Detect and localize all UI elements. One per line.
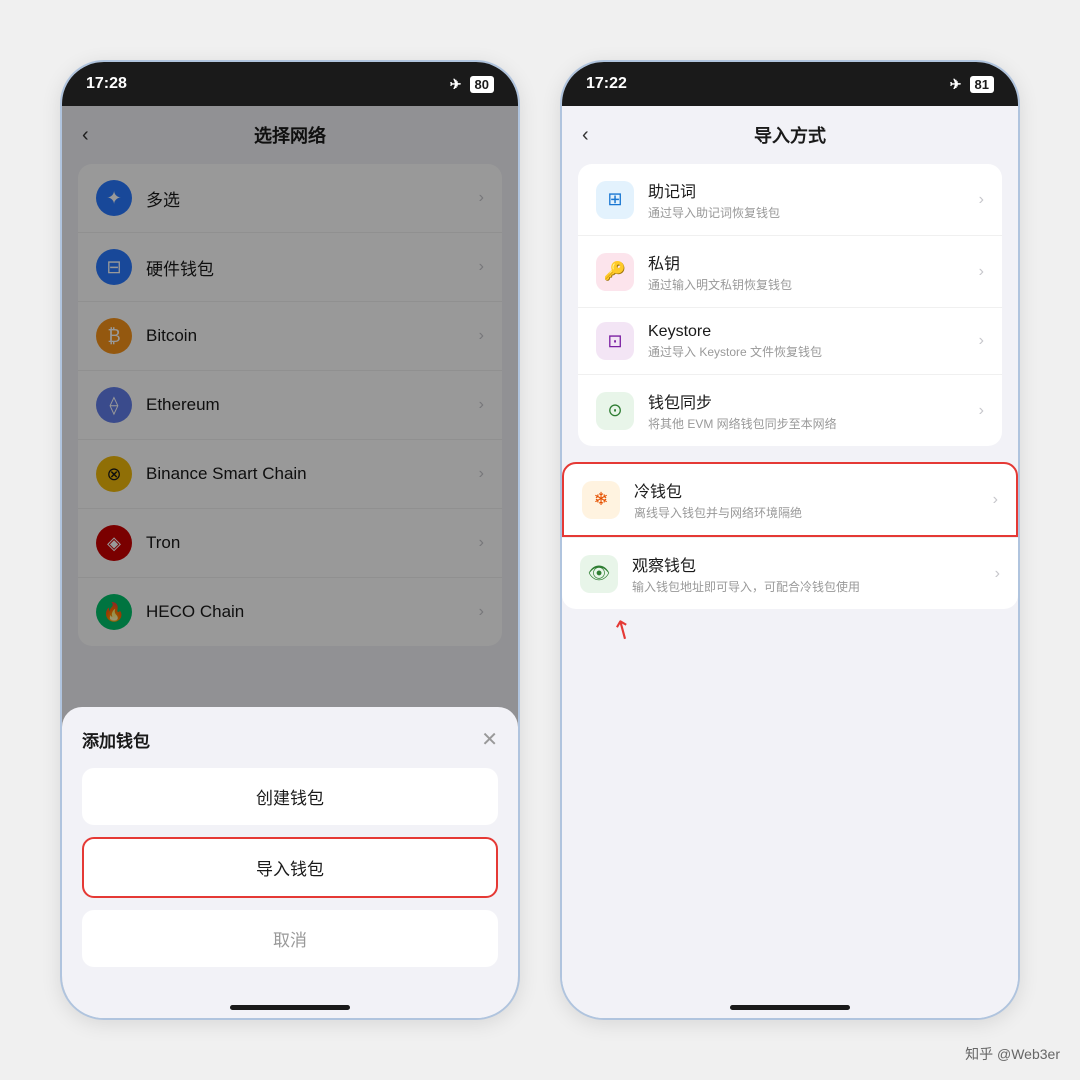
import-item-sync[interactable]: ⊙ 钱包同步 将其他 EVM 网络钱包同步至本网络 › [578, 375, 1002, 446]
modal-close-button[interactable]: ✕ [481, 727, 498, 752]
cold-wallet-chevron: › [993, 491, 998, 509]
phone2: 17:22 ✈ 81 ‹ 导入方式 ⊞ 助记词 通过导入助记词恢复钱包 › 🔑 … [560, 60, 1020, 1020]
import-desc-sync: 将其他 EVM 网络钱包同步至本网络 [648, 415, 979, 432]
phone1: 17:28 ✈ 80 ‹ 选择网络 ✦ 多选 › ⊟ 硬件钱包 › ₿ Bitc… [60, 60, 520, 1020]
import-icon-keystore: ⊡ [596, 322, 634, 360]
import-name-private-key: 私钥 [648, 250, 979, 274]
status-icons-1: ✈ 80 [450, 76, 494, 93]
import-wallet-button[interactable]: 导入钱包 [82, 837, 498, 898]
watermark: 知乎 @Web3er [965, 1044, 1060, 1064]
observe-wallet-desc: 输入钱包地址即可导入，可配合冷钱包使用 [632, 578, 995, 595]
time-2: 17:22 [586, 75, 627, 93]
cold-wallet-icon: ❄ [582, 481, 620, 519]
modal-header: 添加钱包 ✕ [82, 727, 498, 752]
import-desc-private-key: 通过输入明文私钥恢复钱包 [648, 276, 979, 293]
observe-wallet-chevron: › [995, 565, 1000, 583]
nav-header-2: ‹ 导入方式 [562, 106, 1018, 164]
status-bar-2: 17:22 ✈ 81 [562, 62, 1018, 106]
phone1-content: ‹ 选择网络 ✦ 多选 › ⊟ 硬件钱包 › ₿ Bitcoin › ⟠ Eth… [62, 106, 518, 997]
import-methods-list: ⊞ 助记词 通过导入助记词恢复钱包 › 🔑 私钥 通过输入明文私钥恢复钱包 › … [578, 164, 1002, 446]
import-text-keystore: Keystore 通过导入 Keystore 文件恢复钱包 [648, 323, 979, 360]
cancel-button[interactable]: 取消 [82, 910, 498, 967]
import-name-keystore: Keystore [648, 323, 979, 341]
home-indicator-2 [562, 997, 1018, 1018]
cold-wallet-desc: 离线导入钱包并与网络环境隔绝 [634, 504, 993, 521]
airplane-icon-2: ✈ [950, 76, 962, 93]
home-bar-1 [230, 1005, 350, 1010]
import-icon-mnemonic: ⊞ [596, 181, 634, 219]
cold-wallet-item[interactable]: ❄ 冷钱包 离线导入钱包并与网络环境隔绝 › [562, 462, 1018, 537]
import-icon-sync: ⊙ [596, 392, 634, 430]
import-name-mnemonic: 助记词 [648, 178, 979, 202]
modal-title: 添加钱包 [82, 727, 150, 752]
import-item-keystore[interactable]: ⊡ Keystore 通过导入 Keystore 文件恢复钱包 › [578, 308, 1002, 375]
home-bar-2 [730, 1005, 850, 1010]
cold-wallet-name: 冷钱包 [634, 478, 993, 502]
import-desc-mnemonic: 通过导入助记词恢复钱包 [648, 204, 979, 221]
import-text-sync: 钱包同步 将其他 EVM 网络钱包同步至本网络 [648, 389, 979, 432]
special-methods-wrapper: ❄ 冷钱包 离线导入钱包并与网络环境隔绝 › ↗ 👁 观察钱包 输入钱包地址即可… [562, 462, 1018, 609]
battery-2: 81 [970, 76, 994, 93]
import-text-private-key: 私钥 通过输入明文私钥恢复钱包 [648, 250, 979, 293]
back-button-2[interactable]: ‹ [582, 124, 589, 147]
status-icons-2: ✈ 81 [950, 76, 994, 93]
import-item-private-key[interactable]: 🔑 私钥 通过输入明文私钥恢复钱包 › [578, 236, 1002, 308]
import-chevron-private-key: › [979, 263, 984, 281]
import-name-sync: 钱包同步 [648, 389, 979, 413]
import-chevron-keystore: › [979, 332, 984, 350]
cold-wallet-text: 冷钱包 离线导入钱包并与网络环境隔绝 [634, 478, 993, 521]
red-arrow-2: ↗ [606, 611, 640, 649]
import-chevron-sync: › [979, 402, 984, 420]
observe-wallet-name: 观察钱包 [632, 552, 995, 576]
add-wallet-modal: 添加钱包 ✕ 创建钱包 导入钱包 取消 [62, 707, 518, 997]
create-wallet-button[interactable]: 创建钱包 [82, 768, 498, 825]
page-title-2: 导入方式 [754, 122, 826, 148]
battery-1: 80 [470, 76, 494, 93]
import-icon-private-key: 🔑 [596, 253, 634, 291]
observe-wallet-text: 观察钱包 输入钱包地址即可导入，可配合冷钱包使用 [632, 552, 995, 595]
modal-overlay: 添加钱包 ✕ 创建钱包 导入钱包 取消 [62, 106, 518, 997]
phone2-content: ‹ 导入方式 ⊞ 助记词 通过导入助记词恢复钱包 › 🔑 私钥 通过输入明文私钥… [562, 106, 1018, 997]
home-indicator-1 [62, 997, 518, 1018]
observe-wallet-item[interactable]: 👁 观察钱包 输入钱包地址即可导入，可配合冷钱包使用 › [562, 537, 1018, 609]
import-chevron-mnemonic: › [979, 191, 984, 209]
import-text-mnemonic: 助记词 通过导入助记词恢复钱包 [648, 178, 979, 221]
special-list-container: ❄ 冷钱包 离线导入钱包并与网络环境隔绝 › ↗ 👁 观察钱包 输入钱包地址即可… [562, 462, 1018, 609]
time-1: 17:28 [86, 75, 127, 93]
import-item-mnemonic[interactable]: ⊞ 助记词 通过导入助记词恢复钱包 › [578, 164, 1002, 236]
airplane-icon-1: ✈ [450, 76, 462, 93]
import-desc-keystore: 通过导入 Keystore 文件恢复钱包 [648, 343, 979, 360]
observe-wallet-icon: 👁 [580, 555, 618, 593]
status-bar-1: 17:28 ✈ 80 [62, 62, 518, 106]
